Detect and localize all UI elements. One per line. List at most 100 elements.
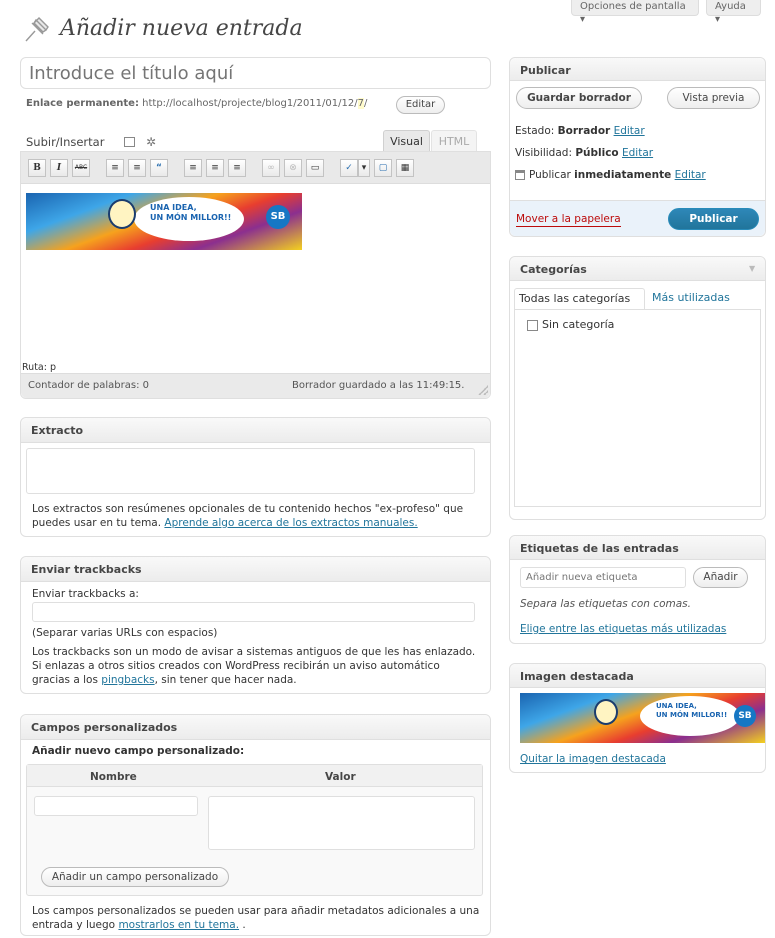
permalink-edit-button[interactable]: Editar: [396, 96, 445, 114]
tab-all-categories[interactable]: Todas las categorías: [514, 288, 645, 310]
excerpt-help-2: puedes usar en tu tema.: [32, 517, 162, 529]
kitchen-sink-button[interactable]: ▦: [396, 159, 414, 177]
editor-container: [20, 151, 491, 399]
status-edit-link[interactable]: Editar: [614, 125, 645, 137]
col-name-header: Nombre: [90, 771, 137, 783]
draft-saved-status: Borrador guardado a las 11:49:15.: [292, 380, 465, 391]
permalink-label: Enlace permanente:: [26, 98, 139, 109]
featured-logo: SB: [734, 705, 756, 727]
choose-tags-link[interactable]: Elige entre las etiquetas más utilizadas: [520, 622, 726, 636]
pushpin-icon: [22, 14, 52, 44]
post-title-input[interactable]: [20, 57, 491, 89]
gear-icon[interactable]: ✲: [146, 135, 156, 149]
help-button[interactable]: Ayuda ▾: [706, 0, 761, 25]
category-checkbox[interactable]: [527, 320, 538, 331]
publish-time-label: Publicar: [529, 169, 571, 181]
permalink-row: Enlace permanente: http://localhost/proj…: [26, 98, 367, 109]
toggle-arrow-icon[interactable]: ▼: [749, 264, 755, 273]
spellcheck-dropdown-button[interactable]: ▾: [358, 159, 370, 177]
link-button[interactable]: ∞: [262, 159, 280, 177]
visibility-value: Público: [575, 147, 619, 159]
custom-fields-help-2: entrada y luego: [32, 919, 116, 931]
unlink-button[interactable]: ⊗: [284, 159, 302, 177]
add-custom-field-button[interactable]: Añadir un campo personalizado: [41, 867, 229, 887]
fullscreen-button[interactable]: ▢: [374, 159, 392, 177]
trackbacks-input[interactable]: [32, 602, 475, 622]
new-tag-input[interactable]: [520, 567, 686, 588]
categories-title[interactable]: Categorías: [510, 257, 765, 281]
custom-fields-help-1: Los campos personalizados se pueden usar…: [32, 905, 480, 917]
editor-banner-image[interactable]: UNA IDEA, UN MÓN MILLOR!! SB: [26, 193, 302, 250]
visibility-edit-link[interactable]: Editar: [622, 147, 653, 159]
status-label: Estado:: [515, 125, 555, 137]
trackbacks-label: Enviar trackbacks a:: [32, 588, 139, 600]
bullet-list-button[interactable]: ≡: [106, 159, 124, 177]
align-left-button[interactable]: ≡: [184, 159, 202, 177]
trackbacks-help-1: Los trackbacks son un modo de avisar a s…: [32, 646, 476, 658]
publish-time-value: inmediatamente: [574, 169, 672, 181]
banner-mascot: [108, 199, 136, 229]
featured-text-1: UNA IDEA,: [656, 702, 697, 710]
custom-field-value-textarea[interactable]: [208, 796, 475, 850]
save-draft-button[interactable]: Guardar borrador: [516, 87, 642, 109]
spellcheck-button[interactable]: ✓: [340, 159, 358, 177]
upload-insert-label: Subir/Insertar: [26, 135, 105, 149]
show-in-theme-link[interactable]: mostrarlos en tu tema.: [118, 919, 239, 931]
category-label: Sin categoría: [542, 318, 615, 331]
status-row: Estado: Borrador Editar: [515, 124, 645, 138]
custom-field-name-input[interactable]: [34, 796, 198, 816]
trackbacks-title[interactable]: Enviar trackbacks: [21, 557, 490, 582]
excerpt-learn-link[interactable]: Aprende algo acerca de los extractos man…: [164, 517, 417, 529]
more-tag-button[interactable]: ▭: [306, 159, 324, 177]
italic-button[interactable]: I: [50, 159, 68, 177]
resize-handle-icon[interactable]: [478, 385, 488, 395]
align-right-button[interactable]: ≡: [228, 159, 246, 177]
media-icon[interactable]: [124, 137, 135, 147]
add-tag-button[interactable]: Añadir: [693, 567, 748, 588]
status-value: Borrador: [557, 125, 611, 137]
tab-visual[interactable]: Visual: [383, 130, 430, 152]
remove-featured-image-link[interactable]: Quitar la imagen destacada: [520, 752, 666, 766]
permalink-url: http://localhost/projecte/blog1/2011/01/…: [142, 98, 358, 109]
banner-text-2: UN MÓN MILLOR!!: [150, 213, 232, 222]
pingbacks-link[interactable]: pingbacks: [101, 674, 154, 686]
excerpt-help-2-row: puedes usar en tu tema. Aprende algo ace…: [32, 516, 418, 530]
preview-button[interactable]: Vista previa: [667, 87, 760, 109]
excerpt-title[interactable]: Extracto: [21, 418, 490, 443]
trackbacks-help-4: , sin tener que hacer nada.: [154, 674, 297, 686]
tab-most-used[interactable]: Más utilizadas: [652, 291, 730, 304]
category-list: [514, 309, 761, 507]
bold-button[interactable]: B: [28, 159, 46, 177]
screen-options-button[interactable]: Opciones de pantalla ▾: [571, 0, 699, 25]
excerpt-help-1: Los extractos son resúmenes opcionales d…: [32, 503, 464, 515]
custom-fields-help-3: .: [242, 919, 246, 931]
custom-fields-add-label: Añadir nuevo campo personalizado:: [32, 745, 245, 757]
publish-title[interactable]: Publicar: [510, 58, 765, 81]
publish-time-row: Publicar inmediatamente Editar: [529, 168, 706, 182]
visibility-label: Visibilidad:: [515, 147, 572, 159]
featured-image-title[interactable]: Imagen destacada: [510, 664, 765, 688]
tab-html[interactable]: HTML: [431, 130, 477, 152]
strikethrough-button[interactable]: ABC: [72, 159, 90, 177]
align-center-button[interactable]: ≡: [206, 159, 224, 177]
numbered-list-button[interactable]: ≡: [128, 159, 146, 177]
banner-logo: SB: [266, 205, 290, 229]
calendar-icon: [515, 170, 525, 180]
featured-image[interactable]: UNA IDEA, UN MÓN MILLOR!! SB: [520, 693, 765, 743]
permalink-end: /: [363, 98, 368, 109]
publish-time-edit-link[interactable]: Editar: [675, 169, 706, 181]
excerpt-textarea[interactable]: [26, 448, 475, 494]
trackbacks-help-2: Si enlazas a otros sitios creados con Wo…: [32, 660, 440, 672]
blockquote-button[interactable]: “: [150, 159, 168, 177]
tags-title[interactable]: Etiquetas de las entradas: [510, 536, 765, 560]
featured-mascot: [594, 699, 618, 725]
publish-button[interactable]: Publicar: [668, 208, 759, 230]
word-count: Contador de palabras: 0: [28, 380, 150, 391]
move-to-trash-link[interactable]: Mover a la papelera: [516, 212, 621, 227]
editor-toolbar: [21, 152, 490, 184]
banner-text-1: UNA IDEA,: [150, 203, 197, 212]
featured-text-2: UN MÓN MILLOR!!: [656, 711, 728, 719]
tags-hint: Separa las etiquetas con comas.: [520, 598, 691, 610]
trackbacks-help-3: gracias a los: [32, 674, 98, 686]
custom-fields-title[interactable]: Campos personalizados: [21, 715, 490, 740]
